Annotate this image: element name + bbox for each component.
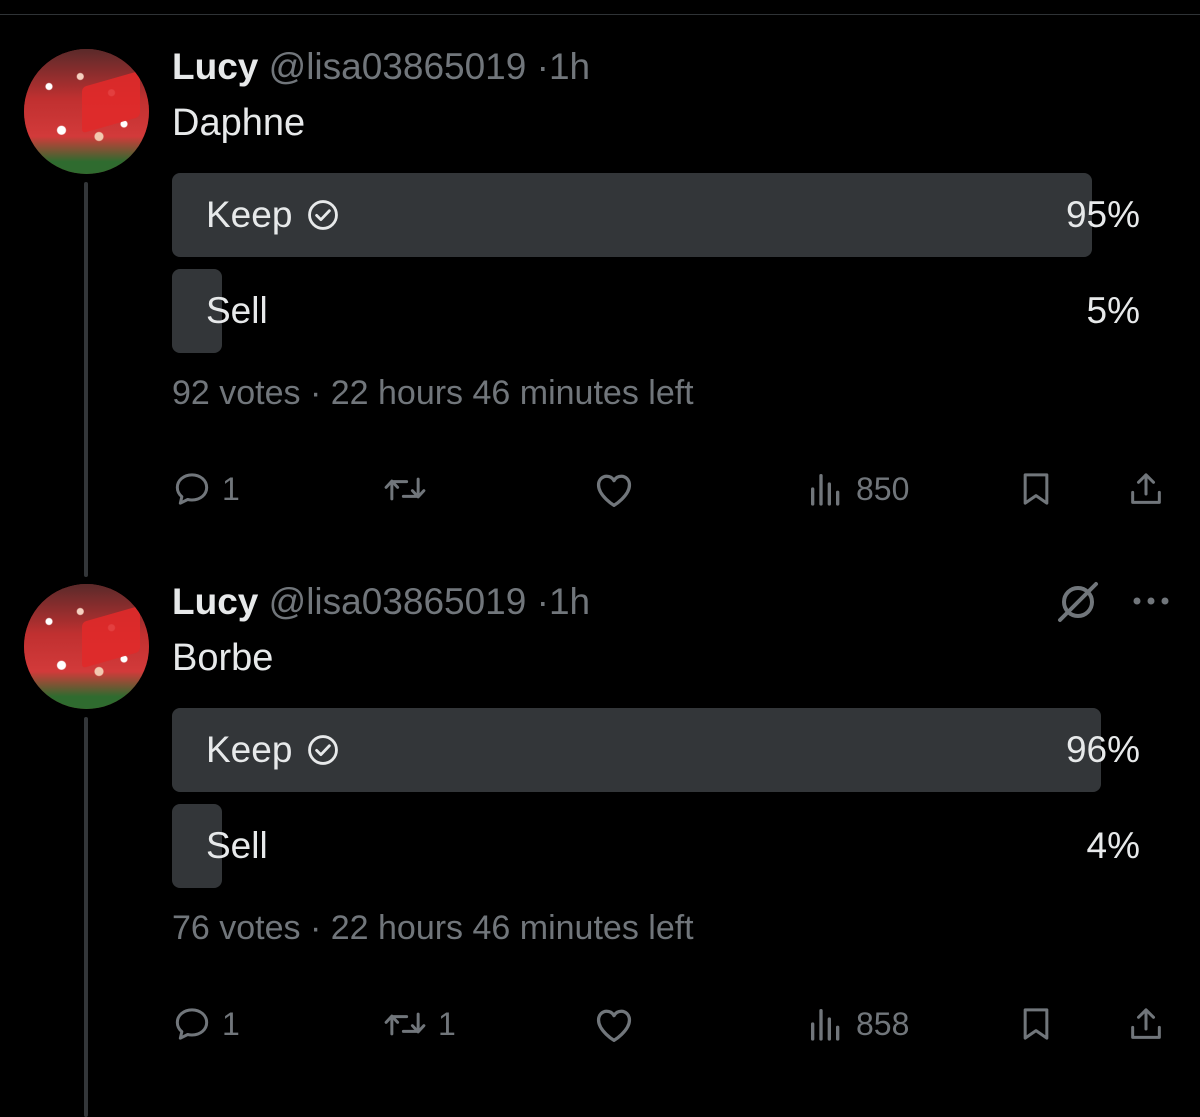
action-bar: 1 1 858 — [172, 999, 1172, 1049]
poll-option-keep[interactable]: Keep 95% — [172, 173, 1140, 257]
check-circle-icon — [308, 735, 339, 765]
like-button[interactable] — [592, 464, 646, 514]
views-count: 850 — [856, 470, 910, 507]
retweet-count: 1 — [438, 1005, 456, 1042]
bar-chart-icon — [811, 474, 840, 506]
poll-option-label: Sell — [206, 290, 268, 331]
poll-option-keep[interactable]: Keep 96% — [172, 708, 1140, 792]
heart-icon — [596, 474, 632, 507]
ellipsis-icon[interactable] — [1130, 594, 1172, 608]
poll: Keep 96% Sell 4% — [172, 708, 1140, 900]
poll-option-percent: 4% — [1086, 825, 1140, 866]
bookmark-icon — [1023, 1008, 1049, 1040]
poll-option-label: Keep — [206, 729, 293, 770]
avatar[interactable] — [24, 49, 149, 174]
user-handle[interactable]: @lisa03865019 — [269, 581, 527, 622]
poll: Keep 95% Sell 5% — [172, 173, 1140, 365]
display-name[interactable]: Lucy — [172, 581, 258, 622]
tweet-header: Lucy @lisa03865019 ·1h — [172, 579, 590, 625]
display-name[interactable]: Lucy — [172, 46, 258, 87]
speech-bubble-icon — [175, 1008, 209, 1040]
tweet-header: Lucy @lisa03865019 ·1h — [172, 44, 590, 90]
reply-count: 1 — [222, 470, 240, 507]
share-upload-icon — [1131, 1008, 1161, 1039]
grok-slash-circle-icon[interactable] — [1054, 578, 1102, 626]
like-button[interactable] — [592, 999, 646, 1049]
bar-chart-icon — [811, 1009, 840, 1041]
retweet-arrows-icon — [384, 477, 426, 501]
thread-line — [84, 717, 88, 1117]
poll-option-label: Keep — [206, 194, 293, 235]
poll-option-sell[interactable]: Sell 5% — [172, 269, 1140, 353]
check-circle-icon — [308, 200, 339, 230]
reply-button[interactable]: 1 — [172, 464, 240, 514]
retweet-button[interactable]: 1 — [382, 999, 456, 1049]
bookmark-icon — [1023, 473, 1049, 505]
top-divider — [0, 14, 1200, 15]
views-button[interactable]: 850 — [806, 464, 909, 514]
speech-bubble-icon — [175, 473, 209, 505]
tweet-text: Borbe — [172, 637, 274, 679]
poll-option-label: Sell — [206, 825, 268, 866]
poll-meta: 92 votes · 22 hours 46 minutes left — [172, 374, 694, 412]
action-bar: 1 850 — [172, 464, 1172, 514]
thread-line — [84, 182, 88, 577]
avatar[interactable] — [24, 584, 149, 709]
separator-dot: · — [536, 581, 549, 622]
poll-option-percent: 5% — [1086, 290, 1140, 331]
retweet-arrows-icon — [384, 1012, 426, 1036]
poll-option-sell[interactable]: Sell 4% — [172, 804, 1140, 888]
reply-button[interactable]: 1 — [172, 999, 240, 1049]
bookmark-button[interactable] — [1016, 464, 1056, 514]
heart-icon — [596, 1009, 632, 1042]
poll-option-percent: 96% — [1065, 729, 1140, 770]
bookmark-button[interactable] — [1016, 999, 1056, 1049]
separator-dot: · — [536, 46, 549, 87]
poll-option-percent: 95% — [1065, 194, 1140, 235]
tweet-text: Daphne — [172, 102, 306, 144]
poll-meta: 76 votes · 22 hours 46 minutes left — [172, 909, 694, 947]
retweet-button[interactable] — [382, 464, 438, 514]
views-count: 858 — [856, 1005, 910, 1042]
timestamp[interactable]: 1h — [549, 46, 590, 87]
reply-count: 1 — [222, 1005, 240, 1042]
views-button[interactable]: 858 — [806, 999, 909, 1049]
share-button[interactable] — [1126, 464, 1166, 514]
share-button[interactable] — [1126, 999, 1166, 1049]
share-upload-icon — [1131, 473, 1161, 504]
user-handle[interactable]: @lisa03865019 — [269, 46, 527, 87]
timestamp[interactable]: 1h — [549, 581, 590, 622]
